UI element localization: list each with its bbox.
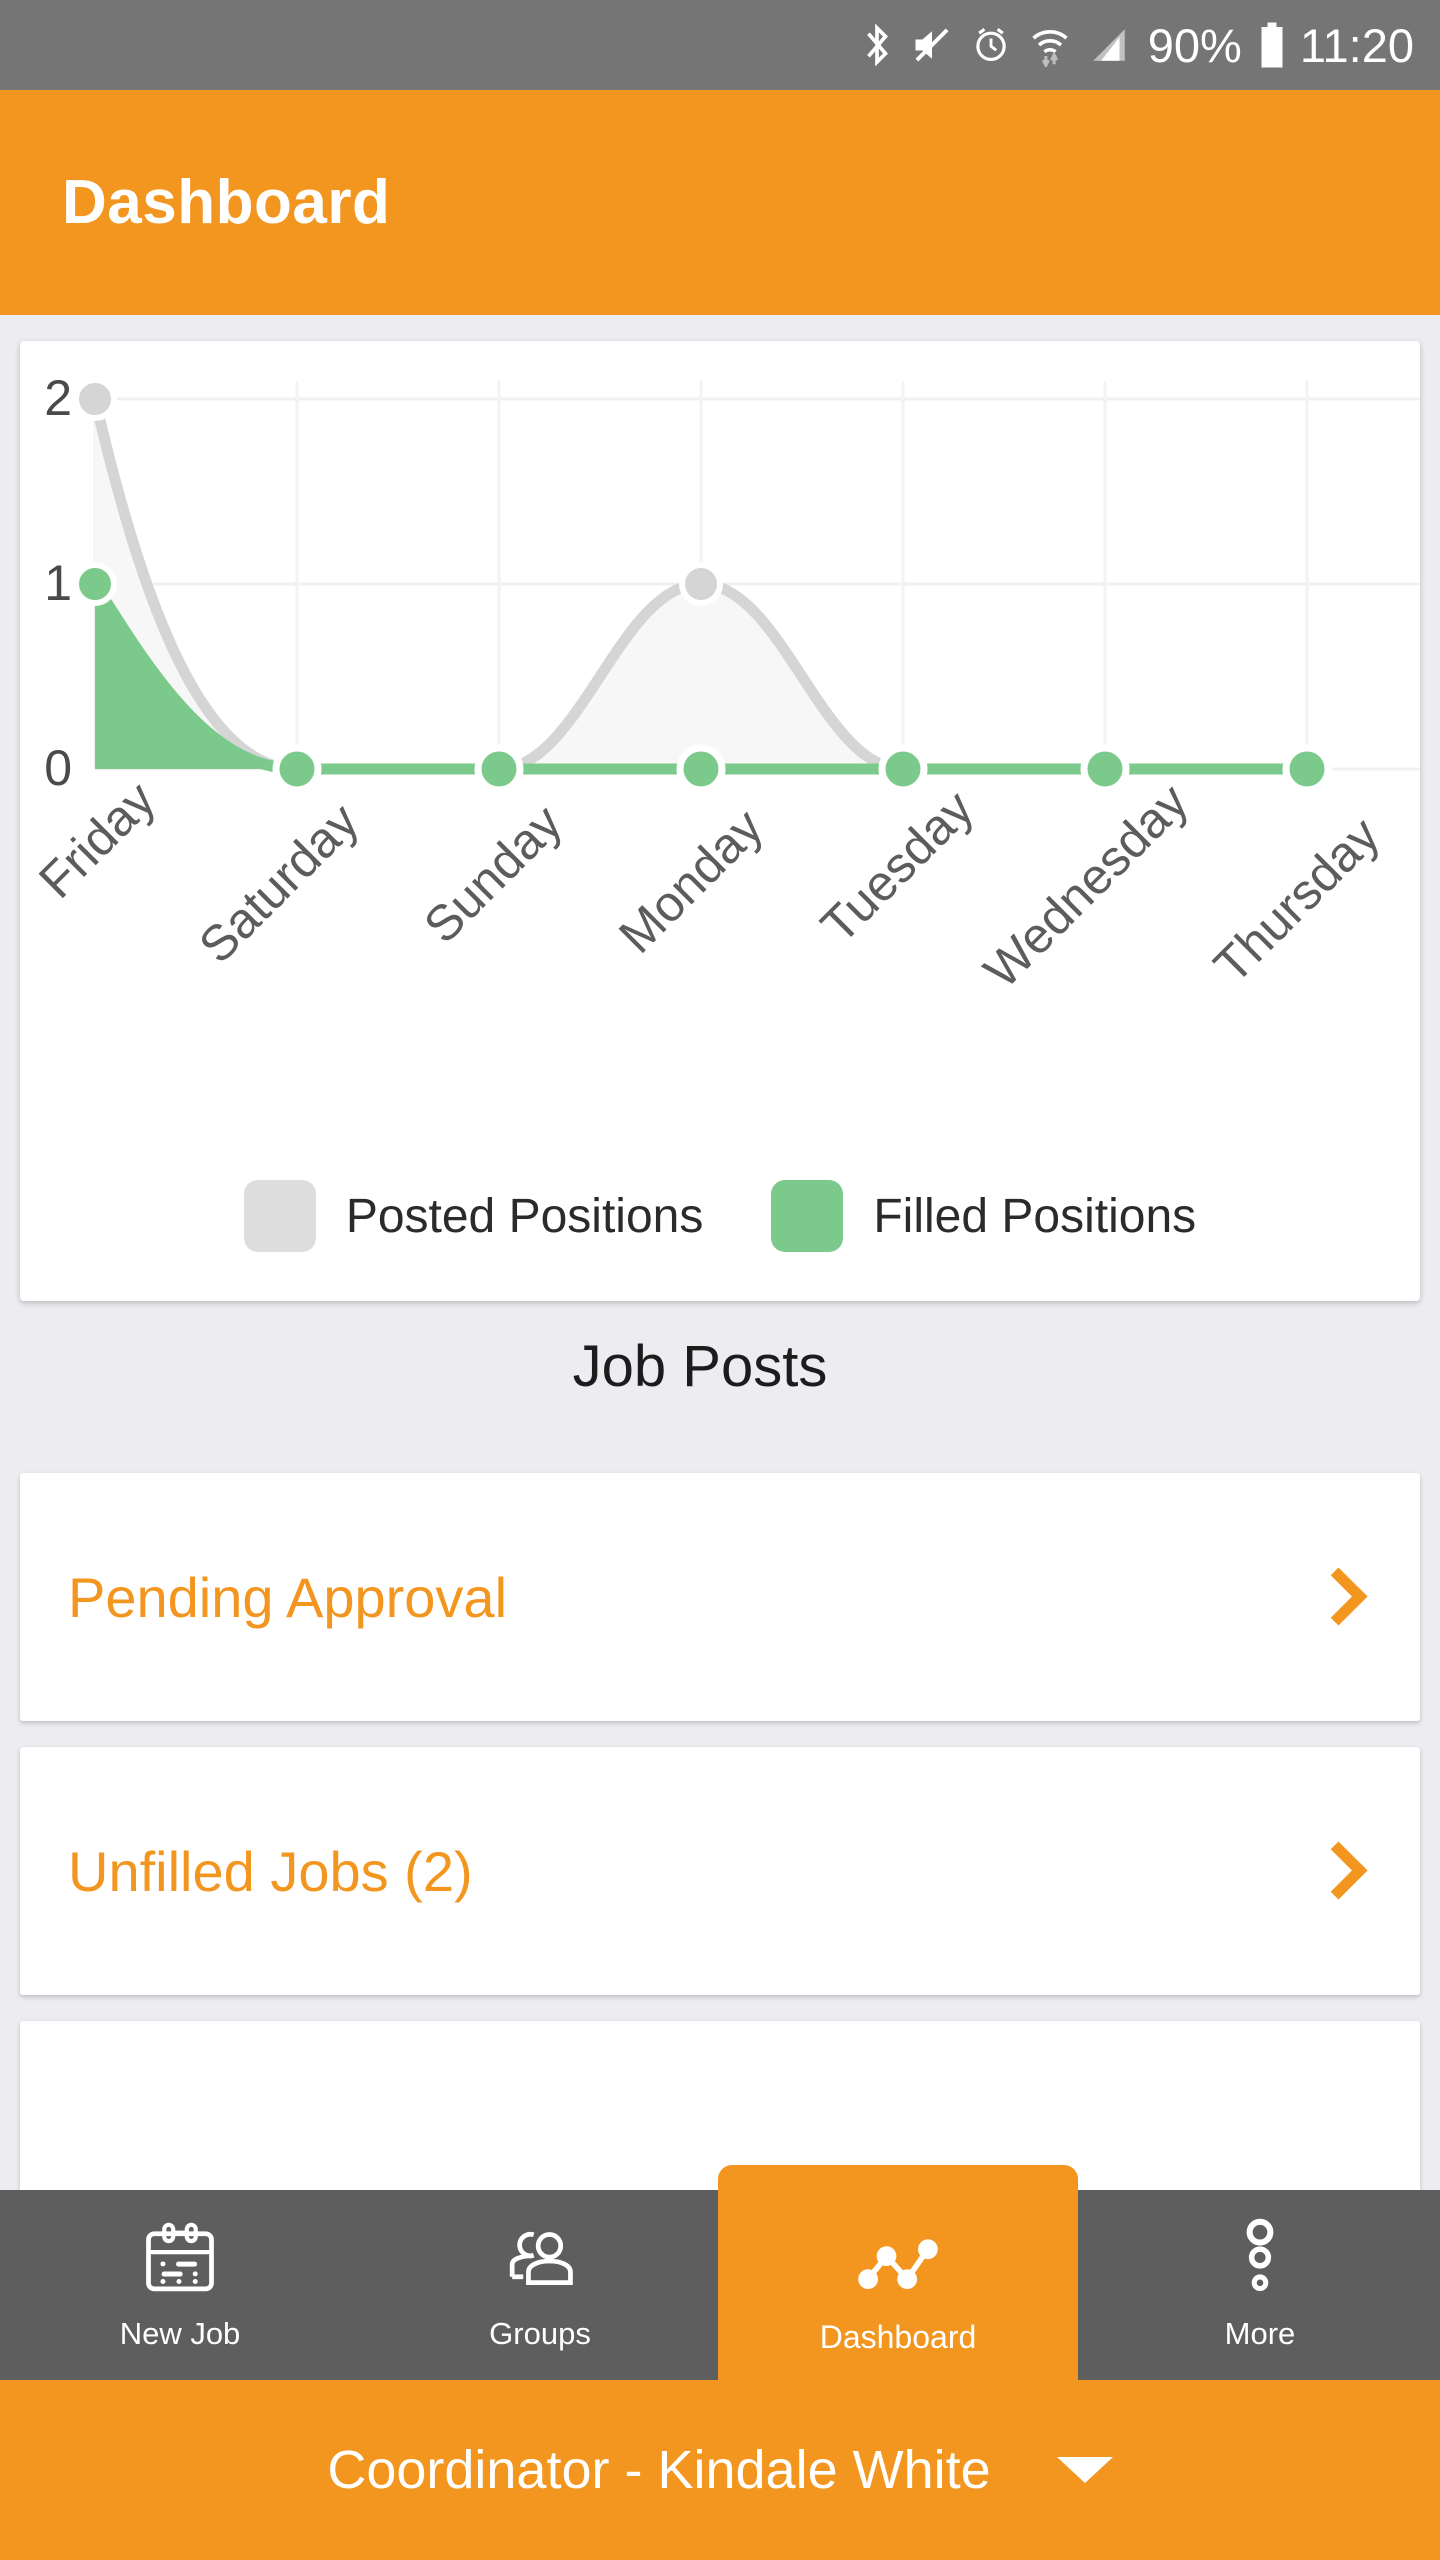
- chevron-right-icon: [1314, 1574, 1360, 1620]
- wifi-icon: [1028, 23, 1072, 67]
- chevron-right-icon: [1314, 1848, 1360, 1894]
- bottom-navigation-bar: New Job Groups Dashboard More: [0, 2165, 1440, 2380]
- line-chart-icon: [852, 2221, 944, 2305]
- legend-label-posted: Posted Positions: [345, 1189, 704, 1243]
- cellular-signal-icon: [1088, 24, 1130, 66]
- filled-point-thursday: [1282, 744, 1332, 794]
- chart-card: 2 1 0 Friday Saturday Sunday Monday Tues…: [20, 341, 1420, 1301]
- ytick-2: 2: [44, 370, 72, 426]
- legend-item-filled[interactable]: Filled Positions: [771, 1180, 1196, 1252]
- legend-swatch-filled: [771, 1180, 844, 1252]
- nav-label-groups: Groups: [489, 2316, 591, 2351]
- xtick-saturday: Saturday: [188, 793, 369, 974]
- ytick-1: 1: [44, 555, 72, 611]
- nav-item-new-job[interactable]: New Job: [0, 2190, 360, 2380]
- list-item-label: Unfilled Jobs (2): [68, 1839, 473, 1903]
- job-posts-heading: Job Posts: [572, 1334, 828, 1399]
- xtick-wednesday: Wednesday: [973, 773, 1199, 999]
- calendar-icon: [138, 2218, 222, 2302]
- bluetooth-icon: [860, 22, 894, 68]
- nav-item-dashboard[interactable]: Dashboard: [718, 2165, 1078, 2380]
- xtick-monday: Monday: [608, 798, 773, 963]
- alarm-icon: [970, 24, 1012, 66]
- posted-point-friday: [73, 377, 117, 421]
- filled-point-friday: [73, 562, 117, 606]
- mute-icon: [910, 23, 954, 67]
- chart-legend: Posted Positions Filled Positions: [20, 1131, 1420, 1301]
- legend-swatch-posted: [243, 1180, 316, 1252]
- xtick-sunday: Sunday: [413, 794, 573, 954]
- list-item-unfilled-jobs[interactable]: Unfilled Jobs (2): [20, 1747, 1420, 1995]
- status-bar: 90% 11:20: [0, 0, 1440, 90]
- legend-label-filled: Filled Positions: [873, 1189, 1197, 1243]
- filled-point-sunday: [474, 744, 524, 794]
- nav-label-new-job: New Job: [119, 2316, 241, 2351]
- app-bar: Dashboard: [0, 90, 1440, 315]
- battery-icon: [1258, 21, 1286, 69]
- filled-point-saturday: [272, 744, 322, 794]
- role-selector-bar[interactable]: Coordinator - Kindale White: [0, 2380, 1440, 2560]
- scroll-content[interactable]: 2 1 0 Friday Saturday Sunday Monday Tues…: [0, 315, 1440, 2269]
- legend-item-posted[interactable]: Posted Positions: [243, 1180, 704, 1252]
- list-item-pending-approval[interactable]: Pending Approval: [20, 1473, 1420, 1721]
- clock-label: 11:20: [1299, 18, 1414, 72]
- more-dots-icon: [1240, 2218, 1280, 2302]
- nav-label-dashboard: Dashboard: [819, 2319, 977, 2355]
- filled-point-tuesday: [878, 744, 928, 794]
- posted-point-monday: [679, 562, 723, 606]
- filled-point-wednesday: [1080, 744, 1130, 794]
- nav-item-groups[interactable]: Groups: [360, 2190, 720, 2380]
- nav-label-more: More: [1224, 2316, 1296, 2351]
- battery-percent-label: 90%: [1147, 18, 1242, 72]
- nav-item-more[interactable]: More: [1080, 2190, 1440, 2380]
- role-label: Coordinator - Kindale White: [327, 2440, 991, 2500]
- list-item-label: Pending Approval: [68, 1565, 508, 1629]
- xtick-tuesday: Tuesday: [810, 780, 984, 954]
- page-title: Dashboard: [62, 168, 391, 237]
- ytick-0: 0: [44, 740, 72, 796]
- positions-area-chart: 2 1 0 Friday Saturday Sunday Monday Tues…: [28, 370, 1420, 999]
- xtick-thursday: Thursday: [1203, 807, 1390, 994]
- people-icon: [498, 2218, 582, 2302]
- chevron-down-icon[interactable]: [1056, 2457, 1113, 2483]
- filled-point-monday: [676, 744, 726, 794]
